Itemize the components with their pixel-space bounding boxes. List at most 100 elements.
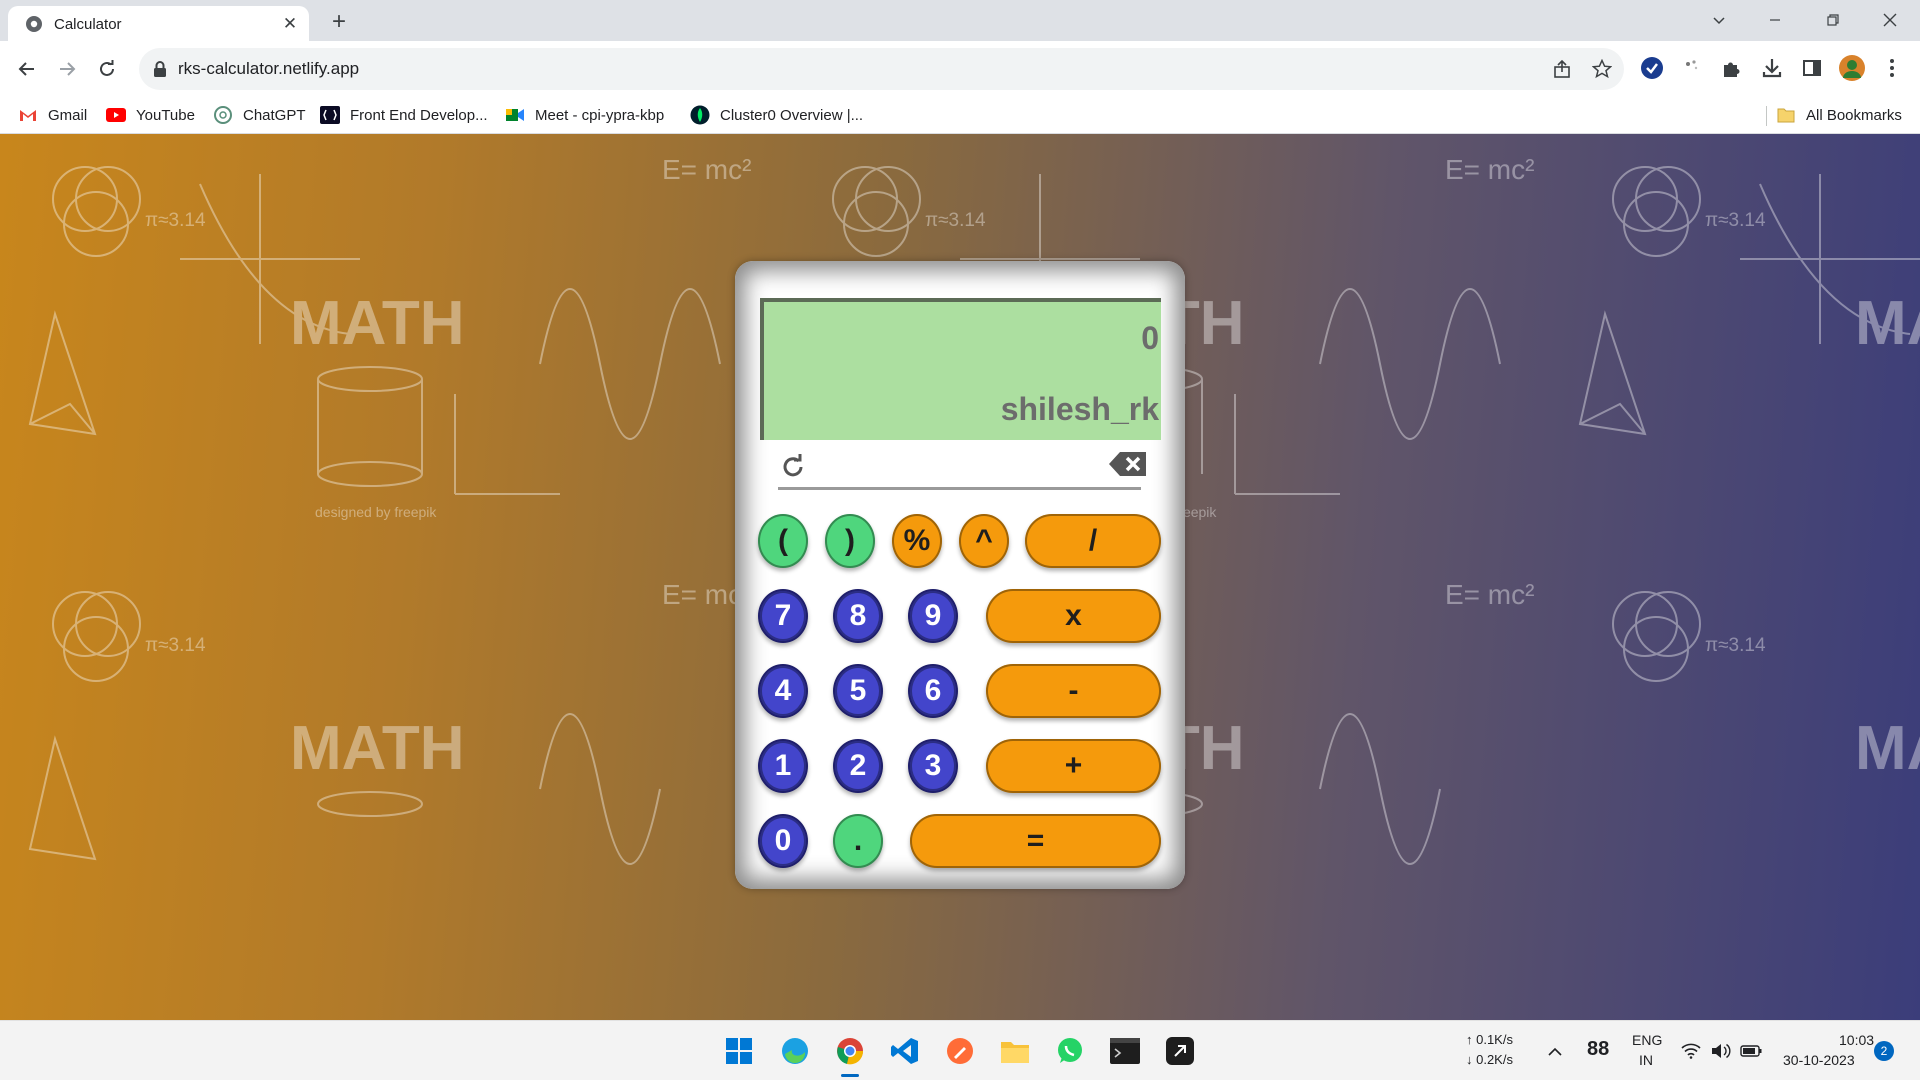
globe-icon	[26, 16, 42, 32]
network-upload-speed: ↑ 0.1K/s	[1466, 1032, 1513, 1047]
percent-button[interactable]: %	[892, 514, 942, 568]
minimize-icon[interactable]	[1752, 4, 1798, 36]
svg-text:π≈3.14: π≈3.14	[925, 210, 986, 231]
terminal-icon[interactable]	[1107, 1033, 1143, 1069]
power-button[interactable]: ^	[959, 514, 1009, 568]
reset-icon[interactable]	[778, 452, 808, 482]
edge-browser-icon[interactable]	[777, 1033, 813, 1069]
add-button[interactable]: +	[986, 739, 1161, 793]
multiply-button[interactable]: x	[986, 589, 1161, 643]
vscode-icon[interactable]	[887, 1033, 923, 1069]
close-tab-icon[interactable]: ✕	[279, 13, 301, 35]
volume-icon[interactable]	[1706, 1033, 1736, 1069]
subtract-button[interactable]: -	[986, 664, 1161, 718]
backspace-icon[interactable]	[1107, 448, 1149, 480]
url-text: rks-calculator.netlify.app	[178, 59, 360, 78]
youtube-icon	[106, 106, 126, 124]
address-bar[interactable]: rks-calculator.netlify.app	[139, 48, 1624, 90]
app-icon[interactable]	[1162, 1033, 1198, 1069]
notification-badge[interactable]: 2	[1874, 1041, 1894, 1061]
close-window-icon[interactable]	[1867, 4, 1913, 36]
back-arrow-icon[interactable]	[11, 53, 43, 85]
seven-button[interactable]: 7	[758, 589, 808, 643]
side-panel-icon[interactable]	[1798, 54, 1826, 82]
extension-check-icon[interactable]	[1638, 54, 1666, 82]
svg-text:MATH: MATH	[290, 289, 464, 358]
svg-text:designed by freepik: designed by freepik	[315, 504, 437, 520]
bookmark-gmail[interactable]: Gmail	[18, 103, 87, 127]
bookmark-label: Meet - cpi-ypra-kbp	[535, 106, 665, 124]
clock-time[interactable]: 10:03	[1839, 1032, 1874, 1048]
tab-search-icon[interactable]	[1696, 4, 1742, 36]
four-button[interactable]: 4	[758, 664, 808, 718]
bookmark-label: Gmail	[48, 106, 88, 124]
five-button[interactable]: 5	[833, 664, 883, 718]
wifi-icon[interactable]	[1676, 1033, 1706, 1069]
download-icon[interactable]	[1758, 54, 1786, 82]
bookmark-meet[interactable]: Meet - cpi-ypra-kbp	[505, 103, 664, 127]
bookmark-chatgpt[interactable]: ChatGPT	[213, 103, 306, 127]
extensions-puzzle-icon[interactable]	[1718, 54, 1746, 82]
nine-button[interactable]: 9	[908, 589, 958, 643]
decimal-button[interactable]: .	[833, 814, 883, 868]
new-tab-button[interactable]: +	[325, 8, 353, 36]
profile-avatar-icon[interactable]	[1838, 54, 1866, 82]
bookmark-label: Front End Develop...	[350, 106, 488, 124]
display-name: shilesh_rk	[1000, 391, 1159, 427]
all-bookmarks-label: All Bookmarks	[1806, 106, 1902, 124]
divide-button[interactable]: /	[1025, 514, 1161, 568]
restore-icon[interactable]	[1810, 4, 1856, 36]
bookmark-youtube[interactable]: YouTube	[106, 103, 195, 127]
postman-icon[interactable]	[942, 1033, 978, 1069]
tab-calculator[interactable]: Calculator ✕	[8, 6, 309, 41]
eight-button[interactable]: 8	[833, 589, 883, 643]
svg-text:π≈3.14: π≈3.14	[1705, 210, 1766, 231]
control-row	[778, 448, 1146, 490]
browser-toolbar: rks-calculator.netlify.app	[0, 41, 1920, 97]
gmail-icon	[18, 106, 38, 124]
mongodb-icon	[690, 105, 710, 125]
language-region[interactable]: IN	[1639, 1052, 1653, 1068]
whatsapp-icon[interactable]	[1052, 1033, 1088, 1069]
svg-text:E= mc²: E= mc²	[1445, 579, 1534, 610]
svg-text:π≈3.14: π≈3.14	[1705, 635, 1766, 656]
svg-text:π≈3.14: π≈3.14	[145, 210, 206, 231]
windows-start-icon[interactable]	[721, 1033, 757, 1069]
language-code[interactable]: ENG	[1632, 1032, 1662, 1048]
one-button[interactable]: 1	[758, 739, 808, 793]
svg-text:E= mc²: E= mc²	[1445, 154, 1534, 185]
reload-icon[interactable]	[91, 53, 123, 85]
share-icon[interactable]	[1550, 57, 1574, 81]
forward-arrow-icon[interactable]	[51, 53, 83, 85]
chevron-up-icon[interactable]	[1540, 1033, 1570, 1069]
bookmark-frontend[interactable]: Front End Develop...	[320, 103, 488, 127]
file-explorer-icon[interactable]	[997, 1033, 1033, 1069]
chrome-icon[interactable]	[832, 1033, 868, 1069]
weather-widget[interactable]: 88	[1587, 1038, 1609, 1061]
bookmarks-bar: Gmail YouTube ChatGPT Front End Develop.…	[0, 97, 1920, 134]
menu-kebab-icon[interactable]	[1878, 54, 1906, 82]
clock-date[interactable]: 30-10-2023	[1783, 1052, 1855, 1068]
svg-text:E= mc²: E= mc²	[662, 154, 751, 185]
svg-text:MATH: MATH	[1855, 714, 1920, 783]
extension-dots-icon[interactable]	[1678, 54, 1706, 82]
network-download-speed: ↓ 0.2K/s	[1466, 1052, 1513, 1067]
all-bookmarks[interactable]: All Bookmarks	[1776, 103, 1902, 127]
zero-button[interactable]: 0	[758, 814, 808, 868]
equals-button[interactable]: =	[910, 814, 1161, 868]
star-icon[interactable]	[1590, 57, 1614, 81]
bookmark-label: YouTube	[136, 106, 195, 124]
open-paren-button[interactable]: (	[758, 514, 808, 568]
bookmarks-divider	[1766, 106, 1767, 126]
close-paren-button[interactable]: )	[825, 514, 875, 568]
display-value: 0	[1141, 320, 1159, 356]
three-button[interactable]: 3	[908, 739, 958, 793]
tab-strip: Calculator ✕ +	[0, 0, 1920, 41]
lock-icon	[154, 61, 166, 77]
bookmark-mongodb[interactable]: Cluster0 Overview |...	[690, 103, 863, 127]
six-button[interactable]: 6	[908, 664, 958, 718]
page-background: MATH MATH MATH MATH MATH MATH E= mc² E= …	[0, 134, 1920, 1020]
two-button[interactable]: 2	[833, 739, 883, 793]
meet-icon	[505, 106, 525, 124]
battery-icon[interactable]	[1736, 1033, 1766, 1069]
